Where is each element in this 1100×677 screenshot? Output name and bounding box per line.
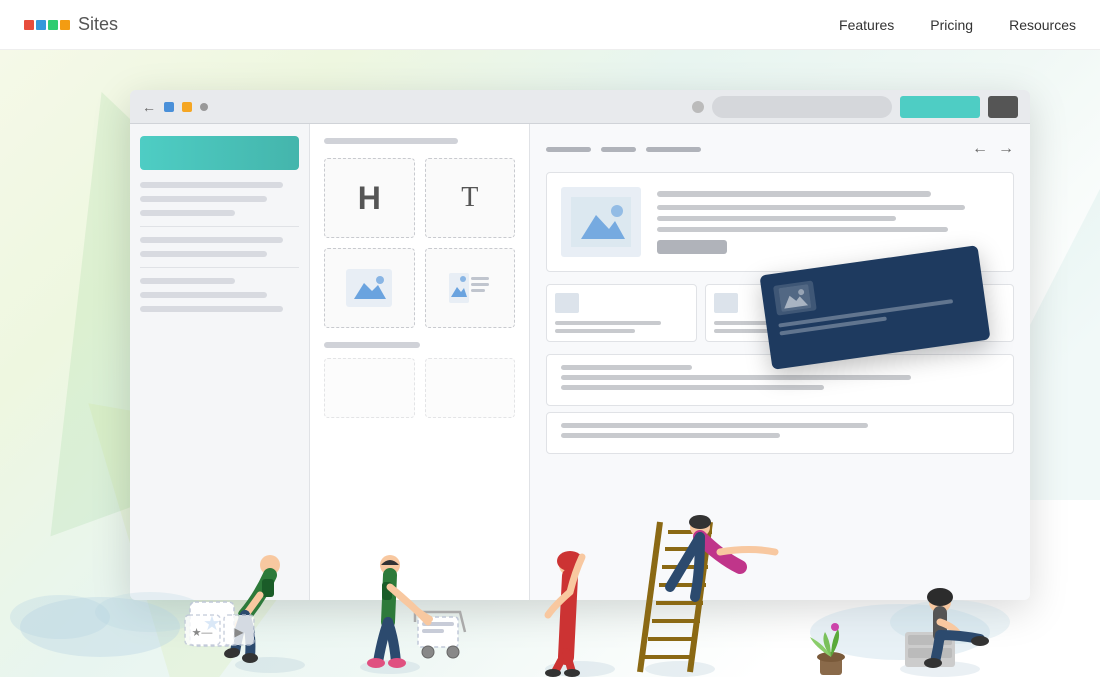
blocks-label: [324, 138, 458, 144]
brand-name: Sites: [78, 14, 118, 35]
tab-dot-blue: [164, 102, 174, 112]
sidebar-top-button[interactable]: [140, 136, 299, 170]
sidebar-line-4: [140, 237, 283, 243]
sidebar-line-6: [140, 278, 235, 284]
grid-card-1-text: [555, 329, 635, 333]
browser-menu-dot: [692, 101, 704, 113]
nav-line-1: [546, 147, 591, 152]
wide-card-1-text: [561, 375, 911, 380]
grid-card-1-title: [555, 321, 661, 325]
nav-features[interactable]: Features: [839, 17, 894, 33]
tab-dot-yellow: [182, 102, 192, 112]
blocks-grid: H T: [324, 158, 515, 328]
hero-text-line-2: [657, 216, 896, 221]
browser-topbar: ←: [130, 90, 1030, 124]
hero-cta-button[interactable]: [657, 240, 727, 254]
zoho-logo: [24, 20, 70, 30]
brand: Sites: [24, 14, 118, 35]
grid-card-1-img: [555, 293, 579, 313]
block-heading[interactable]: H: [324, 158, 415, 238]
tab-dot-gray: [200, 103, 208, 111]
block-image[interactable]: [324, 248, 415, 328]
preview-arrow-right[interactable]: →: [998, 140, 1014, 158]
sidebar-line-3: [140, 210, 235, 216]
sidebar-line-1: [140, 182, 283, 188]
floating-card-image: [773, 280, 817, 315]
grid-card-2-img: [714, 293, 738, 313]
floating-card-mountain: [778, 284, 811, 312]
browser-teal-button[interactable]: [900, 96, 980, 118]
sidebar-line-8: [140, 306, 283, 312]
sidebar-line-5: [140, 251, 267, 257]
wide-card-2-text-2: [561, 433, 780, 438]
navbar: Sites Features Pricing Resources: [0, 0, 1100, 50]
block-text-letter: T: [461, 182, 478, 214]
sidebar-divider-2: [140, 267, 299, 268]
nav-resources[interactable]: Resources: [1009, 17, 1076, 33]
hero-text-line-1: [657, 205, 965, 210]
svg-text:★—: ★—: [192, 627, 213, 639]
preview-hero-content: [657, 191, 999, 254]
block-image-text[interactable]: [425, 248, 516, 328]
wide-card-1-text-2: [561, 385, 824, 390]
block-extra-1[interactable]: [324, 358, 415, 418]
svg-text:▶: ▶: [234, 625, 244, 639]
nav-line-2: [601, 147, 636, 152]
preview-grid-card-1: [546, 284, 697, 342]
preview-hero-mountain: [571, 197, 631, 247]
hero-text-line-3: [657, 227, 948, 232]
browser-back-button[interactable]: ←: [142, 99, 156, 115]
preview-header: ← →: [546, 140, 1014, 158]
sidebar-line-2: [140, 196, 267, 202]
preview-wide-card-2: [546, 412, 1014, 454]
image-icon: [346, 269, 392, 307]
hero-section: ←: [0, 50, 1100, 677]
sidebar-divider-1: [140, 226, 299, 227]
block-extra-2[interactable]: [425, 358, 516, 418]
preview-hero-image: [561, 187, 641, 257]
wide-card-2-text: [561, 423, 868, 428]
block-text[interactable]: T: [425, 158, 516, 238]
hero-illustration: ★ ★— ▶: [0, 457, 1100, 677]
blocks-label-2: [324, 342, 420, 348]
hero-title-line: [657, 191, 931, 197]
nav-line-3: [646, 147, 701, 152]
nav-links: Features Pricing Resources: [839, 17, 1076, 33]
block-heading-letter: H: [358, 180, 381, 217]
nav-pricing[interactable]: Pricing: [930, 17, 973, 33]
browser-urlbar[interactable]: [712, 96, 892, 118]
browser-dark-button[interactable]: [988, 96, 1018, 118]
wide-card-1-title: [561, 365, 692, 370]
sidebar-line-7: [140, 292, 267, 298]
preview-nav-lines: [546, 147, 701, 152]
image-text-icon: [447, 269, 493, 307]
preview-arrow-left[interactable]: ←: [972, 140, 988, 158]
blocks-grid-2: [324, 358, 515, 418]
